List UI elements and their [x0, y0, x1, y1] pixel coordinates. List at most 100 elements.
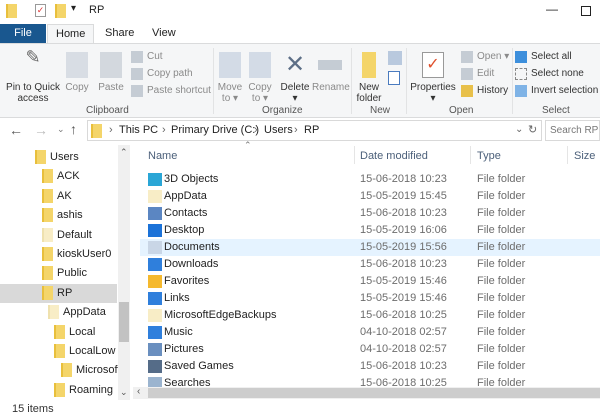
history-button[interactable]: History — [461, 84, 508, 98]
new-folder-qat-icon[interactable] — [55, 4, 66, 18]
file-date-modified: 15-05-2019 16:06 — [360, 224, 447, 236]
cut-button[interactable]: Cut — [131, 50, 163, 64]
properties-button[interactable]: ✓ Properties ▾ — [409, 52, 457, 104]
select-all-button[interactable]: Select all — [515, 50, 572, 64]
invert-selection-icon — [515, 85, 527, 97]
address-dropdown-icon[interactable]: ⌄ — [515, 124, 523, 135]
folder-icon — [6, 4, 17, 18]
pin-to-quick-access-button[interactable]: ✎ Pin to Quick access — [5, 48, 61, 104]
file-type: File folder — [477, 224, 526, 236]
refresh-icon[interactable]: ↻ — [528, 123, 537, 136]
new-folder-icon — [362, 52, 376, 78]
horizontal-scrollbar[interactable]: ‹ — [133, 386, 600, 399]
breadcrumb-rp[interactable]: RP — [304, 124, 319, 136]
open-button[interactable]: Open ▾ — [461, 50, 509, 64]
edit-button[interactable]: Edit — [461, 67, 494, 81]
file-row[interactable]: Desktop 15-05-2019 16:06 File folder — [140, 222, 600, 239]
scrollbar-thumb[interactable] — [148, 388, 600, 398]
ribbon: ✎ Pin to Quick access Copy Paste Cut Copy … — [0, 43, 600, 118]
select-none-button[interactable]: Select none — [515, 67, 584, 81]
tab-file[interactable]: File — [0, 24, 46, 43]
properties-qat-icon[interactable]: ✓ — [35, 4, 46, 17]
tree-item-label: LocalLow — [69, 345, 116, 357]
new-item-icon[interactable] — [388, 51, 402, 65]
folder-icon — [42, 266, 53, 281]
search-input[interactable]: Search RP — [545, 120, 600, 141]
breadcrumb-this-pc[interactable]: This PC — [119, 124, 158, 136]
scrollbar-thumb[interactable] — [119, 302, 129, 342]
chevron-right-icon[interactable]: › — [294, 124, 298, 136]
tree-item-label: ashis — [57, 209, 83, 222]
breadcrumb-primary-drive[interactable]: Primary Drive (C:) — [171, 124, 259, 136]
folder-icon — [42, 208, 53, 223]
folder-icon — [42, 247, 53, 261]
column-header-date-modified[interactable]: Date modified — [360, 150, 428, 162]
scroll-up-icon[interactable]: ⌃ — [120, 147, 128, 158]
delete-x-icon: ✕ — [284, 51, 306, 78]
file-row[interactable]: Music 04-10-2018 02:57 File folder — [140, 324, 600, 341]
navigation-pane: Users ACK AK ashis Default kioskUser0 Public RP… — [0, 145, 121, 400]
file-row[interactable]: AppData 15-05-2019 15:45 File folder — [140, 188, 600, 205]
chevron-right-icon[interactable]: › — [254, 124, 258, 136]
paste-shortcut-button[interactable]: Paste shortcut — [131, 84, 211, 98]
file-date-modified: 15-06-2018 10:25 — [360, 309, 447, 321]
new-folder-button[interactable]: New folder — [354, 52, 384, 104]
file-date-modified: 15-05-2019 15:46 — [360, 292, 447, 304]
scroll-left-icon[interactable]: ‹ — [137, 386, 140, 397]
file-row[interactable]: Saved Games 15-06-2018 10:23 File folder — [140, 358, 600, 375]
file-type: File folder — [477, 360, 526, 372]
chevron-right-icon[interactable]: › — [109, 124, 113, 136]
delete-button[interactable]: ✕ Delete ▾ — [278, 51, 312, 105]
column-header-size[interactable]: Size — [574, 150, 595, 162]
tree-item-label: RP — [57, 286, 73, 299]
file-row[interactable]: Documents 15-05-2019 15:56 File folder — [140, 239, 600, 256]
tab-home[interactable]: Home — [47, 24, 95, 44]
file-row[interactable]: Favorites 15-05-2019 15:46 File folder — [140, 273, 600, 290]
tree-item-label: Default — [57, 228, 92, 241]
group-label-select: Select — [542, 105, 570, 116]
file-name: Contacts — [164, 207, 208, 219]
up-button[interactable]: ↑ — [70, 121, 77, 137]
back-button[interactable]: ← — [9, 122, 23, 138]
history-icon — [461, 85, 473, 97]
copy-button[interactable]: Copy — [64, 52, 90, 93]
copy-path-button[interactable]: Copy path — [131, 67, 193, 81]
move-to-button[interactable]: Move to ▾ — [216, 52, 244, 104]
invert-selection-button[interactable]: Invert selection — [515, 84, 598, 98]
forward-button[interactable]: → — [34, 122, 48, 138]
copy-to-button[interactable]: Copy to ▾ — [246, 52, 274, 104]
file-row[interactable]: Links 15-05-2019 15:46 File folder — [140, 290, 600, 307]
saved-games-icon — [148, 360, 162, 373]
address-bar[interactable]: › This PC › Primary Drive (C:) › Users ›… — [87, 120, 542, 141]
file-row[interactable]: 3D Objects 15-06-2018 10:23 File folder — [140, 171, 600, 188]
downloads-icon — [148, 258, 162, 271]
easy-access-icon[interactable] — [388, 71, 400, 85]
tab-view[interactable]: View — [144, 24, 184, 43]
chevron-right-icon[interactable]: › — [162, 124, 166, 136]
minimize-button[interactable]: — — [546, 2, 558, 16]
file-row[interactable]: MicrosoftEdgeBackups 15-06-2018 10:25 Fi… — [140, 307, 600, 324]
breadcrumb-users[interactable]: Users — [264, 124, 293, 136]
column-header-type[interactable]: Type — [477, 150, 501, 162]
maximize-button[interactable] — [581, 6, 591, 16]
file-date-modified: 15-06-2018 10:23 — [360, 173, 447, 185]
tab-share[interactable]: Share — [97, 24, 142, 43]
recent-locations-icon[interactable]: ⌄ — [57, 124, 65, 135]
column-divider[interactable] — [567, 146, 568, 164]
tree-scrollbar[interactable]: ⌃ ⌄ — [118, 145, 130, 400]
file-date-modified: 15-05-2019 15:46 — [360, 275, 447, 287]
paste-button[interactable]: Paste — [97, 52, 125, 93]
column-header-name[interactable]: Name — [148, 150, 177, 162]
scroll-down-icon[interactable]: ⌄ — [120, 387, 128, 398]
copy-path-icon — [131, 68, 143, 80]
file-row[interactable]: Contacts 15-06-2018 10:23 File folder — [140, 205, 600, 222]
file-row[interactable]: Pictures 04-10-2018 02:57 File folder — [140, 341, 600, 358]
column-divider[interactable] — [470, 146, 471, 164]
qat-dropdown-icon[interactable]: ▾ — [71, 3, 76, 14]
file-row[interactable]: Downloads 15-06-2018 10:23 File folder — [140, 256, 600, 273]
tree-item-label: Public — [57, 267, 87, 280]
column-divider[interactable] — [354, 146, 355, 164]
file-name: Desktop — [164, 224, 205, 236]
rename-button[interactable]: Rename — [312, 52, 350, 93]
folder-icon — [148, 309, 162, 322]
